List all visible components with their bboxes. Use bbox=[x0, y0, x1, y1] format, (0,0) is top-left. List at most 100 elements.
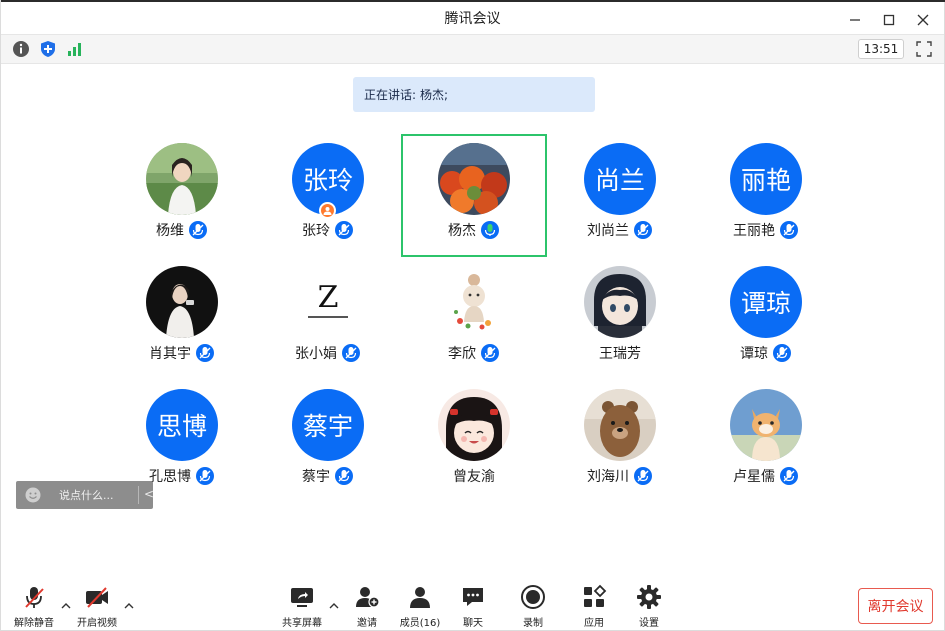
participant-tile[interactable]: 李欣 bbox=[401, 257, 547, 380]
participant-name: 张玲 bbox=[302, 223, 330, 239]
participant-name: 李欣 bbox=[448, 346, 476, 362]
participant-name: 肖其宇 bbox=[149, 346, 191, 362]
invite-button[interactable]: 邀请 bbox=[337, 584, 397, 630]
participant-name: 王瑞芳 bbox=[599, 346, 641, 362]
record-button[interactable]: 录制 bbox=[503, 584, 563, 630]
apps-icon bbox=[581, 584, 607, 610]
avatar bbox=[438, 389, 510, 461]
emoji-icon[interactable] bbox=[25, 487, 41, 503]
window-controls bbox=[838, 4, 940, 36]
chat-placeholder: 说点什么... bbox=[59, 489, 114, 502]
minimize-icon bbox=[850, 19, 860, 21]
participant-name: 杨维 bbox=[156, 223, 184, 239]
speaking-speaker: 杨杰; bbox=[420, 88, 449, 102]
avatar: 丽艳 bbox=[730, 143, 802, 215]
fullscreen-icon[interactable] bbox=[915, 40, 933, 58]
avatar bbox=[146, 143, 218, 215]
participant-name: 刘海川 bbox=[587, 469, 629, 485]
video-options-chevron-icon[interactable] bbox=[123, 596, 135, 609]
divider bbox=[138, 486, 139, 504]
mic-muted-icon bbox=[189, 221, 207, 239]
avatar bbox=[438, 266, 510, 338]
avatar: 蔡宇 bbox=[292, 389, 364, 461]
meeting-info-toolbar: 13:51 bbox=[1, 34, 944, 64]
window-title: 腾讯会议 bbox=[444, 11, 501, 27]
share-screen-icon bbox=[289, 584, 315, 610]
settings-label: 设置 bbox=[639, 618, 659, 629]
avatar bbox=[146, 266, 218, 338]
minimize-button[interactable] bbox=[838, 6, 872, 34]
participant-name: 张小娟 bbox=[295, 346, 337, 362]
close-button[interactable] bbox=[906, 6, 940, 34]
chat-icon bbox=[460, 584, 486, 610]
record-label: 录制 bbox=[523, 618, 543, 629]
settings-button[interactable]: 设置 bbox=[619, 584, 679, 630]
speaking-indicator: 正在讲话: 杨杰; bbox=[353, 77, 595, 112]
camera-off-icon bbox=[84, 584, 110, 610]
meeting-clock: 13:51 bbox=[858, 39, 904, 59]
participant-tile[interactable]: 肖其宇 bbox=[109, 257, 255, 380]
shield-icon[interactable] bbox=[39, 40, 57, 58]
signal-icon[interactable] bbox=[66, 40, 84, 58]
participant-tile[interactable]: 丽艳 王丽艳 bbox=[693, 134, 839, 257]
share-screen-label: 共享屏幕 bbox=[282, 618, 322, 629]
participant-tile[interactable]: 刘海川 bbox=[547, 380, 693, 503]
avatar bbox=[584, 389, 656, 461]
mic-speaking-icon bbox=[481, 221, 499, 239]
mic-muted-icon bbox=[196, 344, 214, 362]
participant-tile[interactable]: 蔡宇 蔡宇 bbox=[255, 380, 401, 503]
mic-muted-icon bbox=[196, 467, 214, 485]
info-icon[interactable] bbox=[12, 40, 30, 58]
mic-muted-icon bbox=[481, 344, 499, 362]
participant-name: 卢星儒 bbox=[733, 469, 775, 485]
participant-tile[interactable]: Z 张小娟 bbox=[255, 257, 401, 380]
gear-icon bbox=[636, 584, 662, 610]
mic-muted-icon bbox=[335, 221, 353, 239]
participant-name: 王丽艳 bbox=[733, 223, 775, 239]
apps-button[interactable]: 应用 bbox=[564, 584, 624, 630]
maximize-button[interactable] bbox=[872, 6, 906, 34]
title-bar: 腾讯会议 bbox=[1, 2, 944, 34]
mic-muted-icon bbox=[634, 221, 652, 239]
share-screen-button[interactable]: 共享屏幕 bbox=[272, 584, 332, 630]
mic-muted-icon bbox=[780, 221, 798, 239]
participant-tile[interactable]: 尚兰 刘尚兰 bbox=[547, 134, 693, 257]
speaking-label: 正在讲话: bbox=[364, 88, 417, 102]
host-badge-icon bbox=[319, 202, 336, 219]
invite-label: 邀请 bbox=[357, 618, 377, 629]
participant-tile-active-speaker[interactable]: 杨杰 bbox=[401, 134, 547, 257]
mic-muted-icon bbox=[342, 344, 360, 362]
apps-label: 应用 bbox=[584, 618, 604, 629]
participant-tile[interactable]: 张玲 张玲 bbox=[255, 134, 401, 257]
members-icon bbox=[407, 584, 433, 610]
mic-muted-icon bbox=[335, 467, 353, 485]
zzz-logo: Z bbox=[317, 280, 339, 315]
maximize-icon bbox=[883, 14, 895, 26]
unmute-button[interactable]: 解除静音 bbox=[4, 584, 64, 630]
mic-off-icon bbox=[21, 584, 47, 610]
close-icon bbox=[917, 14, 929, 26]
participant-tile[interactable]: 曾友渝 bbox=[401, 380, 547, 503]
leave-meeting-button[interactable]: 离开会议 bbox=[858, 588, 933, 624]
avatar: 谭琼 bbox=[730, 266, 802, 338]
participant-tile[interactable]: 杨维 bbox=[109, 134, 255, 257]
start-video-button[interactable]: 开启视频 bbox=[67, 584, 127, 630]
avatar bbox=[584, 266, 656, 338]
participant-tile[interactable]: 卢星儒 bbox=[693, 380, 839, 503]
start-video-label: 开启视频 bbox=[77, 618, 117, 629]
mic-muted-icon bbox=[773, 344, 791, 362]
participant-tile[interactable]: 王瑞芳 bbox=[547, 257, 693, 380]
record-icon bbox=[520, 584, 546, 610]
participant-tile[interactable]: 谭琼 谭琼 bbox=[693, 257, 839, 380]
participant-name: 孔思博 bbox=[149, 469, 191, 485]
chat-button[interactable]: 聊天 bbox=[443, 584, 503, 630]
mic-muted-icon bbox=[780, 467, 798, 485]
avatar: Z bbox=[292, 266, 364, 338]
participant-name: 曾友渝 bbox=[453, 469, 495, 485]
chat-quick-input[interactable]: 说点什么... < bbox=[16, 481, 154, 509]
invite-icon bbox=[354, 584, 380, 610]
collapse-chevron-icon[interactable]: < bbox=[144, 487, 154, 501]
participant-name: 蔡宇 bbox=[302, 469, 330, 485]
members-button[interactable]: 成员(16) bbox=[390, 584, 450, 630]
meeting-window: 腾讯会议 13:51 正在讲话: 杨杰; 杨维 张玲 张玲 杨杰 尚兰 刘尚兰 … bbox=[0, 0, 945, 631]
